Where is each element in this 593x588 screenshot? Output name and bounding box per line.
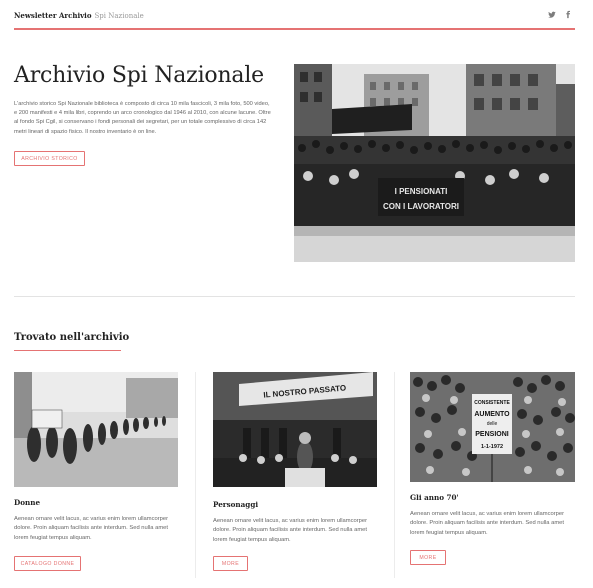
- hero-description: L'archivio storico Spi Nazionale bibliot…: [14, 101, 271, 135]
- card-donne-text: Aenean ornare velit lacus, ac varius eni…: [14, 516, 169, 541]
- site-brand[interactable]: Newsletter Archivio Spi Nazionale: [14, 11, 144, 20]
- anni70-sign-line1: CONSISTENTE: [474, 400, 510, 406]
- section-divider: [14, 296, 575, 297]
- anni70-sign-line2: AUMENTO: [474, 411, 510, 418]
- column-separator: [394, 372, 395, 578]
- hero-photo-sign-line2: CON I LAVORATORI: [383, 202, 459, 211]
- archivio-storico-button[interactable]: Archivio storico: [14, 151, 85, 166]
- top-bar: Newsletter Archivio Spi Nazionale: [14, 0, 575, 30]
- card-donne-title[interactable]: Donne: [14, 498, 40, 507]
- section-title: Trovato nell'archivio: [14, 332, 130, 343]
- card-anni70-title[interactable]: Gli anno 70': [410, 493, 459, 502]
- hero-photo-sign-line1: I PENSIONATI: [395, 187, 448, 196]
- card-donne-photo[interactable]: [14, 372, 178, 487]
- card-personaggi-photo[interactable]: IL NOSTRO PASSATO: [213, 372, 377, 487]
- card-anni70-text: Aenean ornare velit lacus, ac varius eni…: [410, 511, 565, 536]
- brand-subtitle: Spi Nazionale: [94, 12, 144, 20]
- catalogo-donne-button[interactable]: Catalogo donne: [14, 556, 81, 571]
- anni70-sign-line5: 1-1-1972: [481, 444, 503, 450]
- facebook-icon[interactable]: [564, 10, 572, 19]
- twitter-icon[interactable]: [548, 10, 556, 19]
- hero-photo: I PENSIONATI CON I LAVORATORI: [294, 64, 575, 262]
- anni70-sign-line3: delle: [487, 421, 498, 427]
- card-anni70-photo[interactable]: CONSISTENTE AUMENTO delle PENSIONI 1-1-1…: [410, 372, 575, 482]
- column-separator: [195, 372, 196, 578]
- card-personaggi-title[interactable]: Personaggi: [213, 500, 258, 509]
- personaggi-more-button[interactable]: More: [213, 556, 248, 571]
- page-title: Archivio Spi Nazionale: [14, 63, 264, 88]
- brand-name: Newsletter Archivio: [14, 11, 92, 20]
- anni70-sign-line4: PENSIONI: [475, 431, 509, 438]
- social-links: [548, 10, 572, 19]
- anni70-more-button[interactable]: More: [410, 550, 446, 565]
- card-personaggi-text: Aenean ornare velit lacus, ac varius eni…: [213, 518, 368, 543]
- section-title-underline: [14, 350, 121, 351]
